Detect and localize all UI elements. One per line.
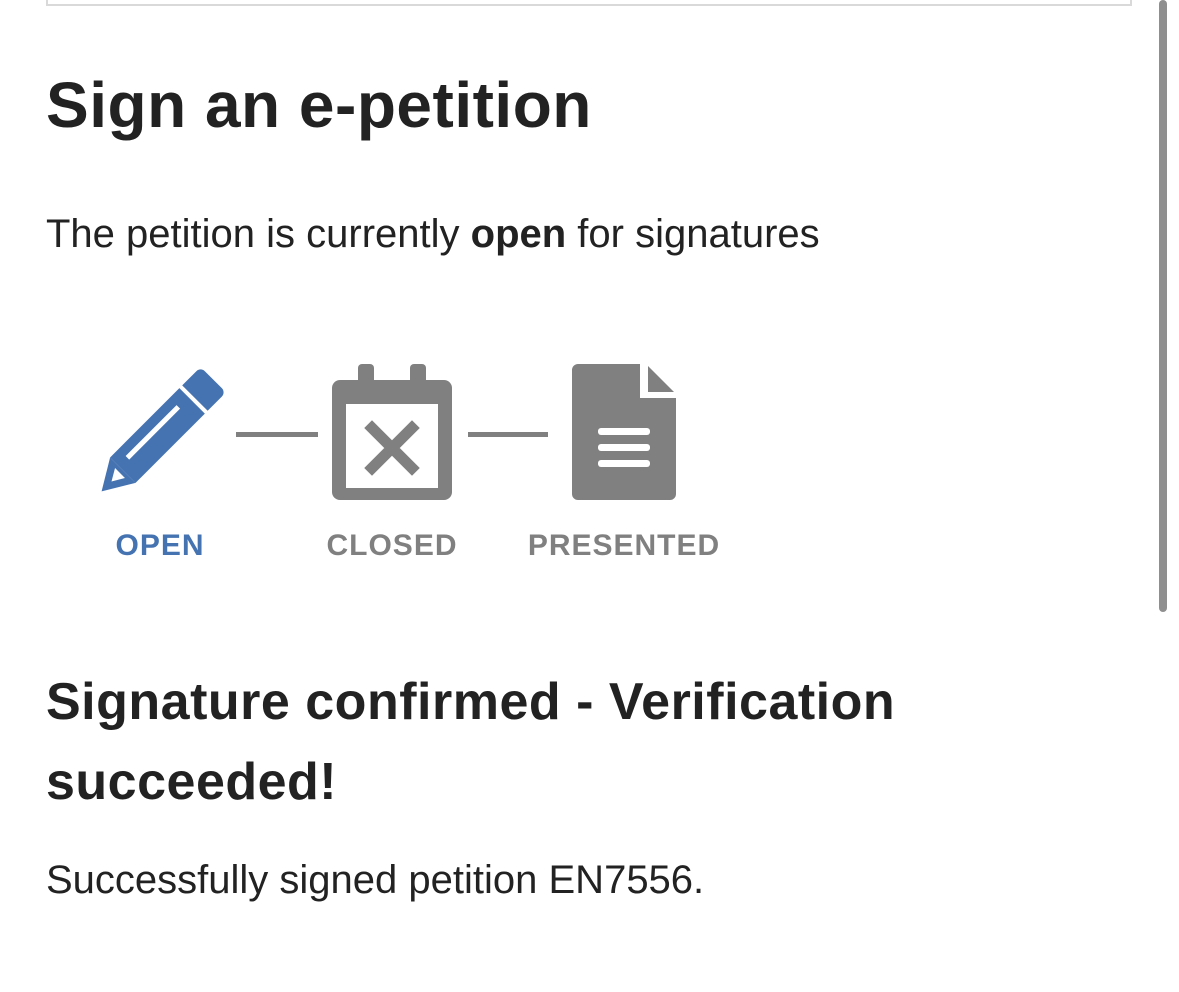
document-icon [572,364,676,500]
calendar-x-icon [332,364,452,500]
status-suffix: for signatures [566,212,820,256]
petition-stages: OPEN CLOSED PRESENTED [90,360,750,580]
stage-label-presented: PRESENTED [527,529,721,562]
stage-label-closed: CLOSED [326,529,458,562]
success-message: Successfully signed petition EN7556. [46,858,705,902]
previous-section-box [46,0,1132,6]
page-title: Sign an e-petition [46,69,592,141]
status-state: open [470,212,567,256]
stage-label-open: OPEN [115,529,205,562]
confirmation-heading: Signature confirmed - Verification succe… [46,673,896,811]
petition-status-text: The petition is currently open for signa… [46,206,820,262]
scrollbar[interactable] [1159,0,1167,612]
stage-connector-2 [468,432,548,437]
stage-connector-1 [236,432,318,437]
status-prefix: The petition is currently [46,212,471,256]
pencil-icon [101,369,224,492]
